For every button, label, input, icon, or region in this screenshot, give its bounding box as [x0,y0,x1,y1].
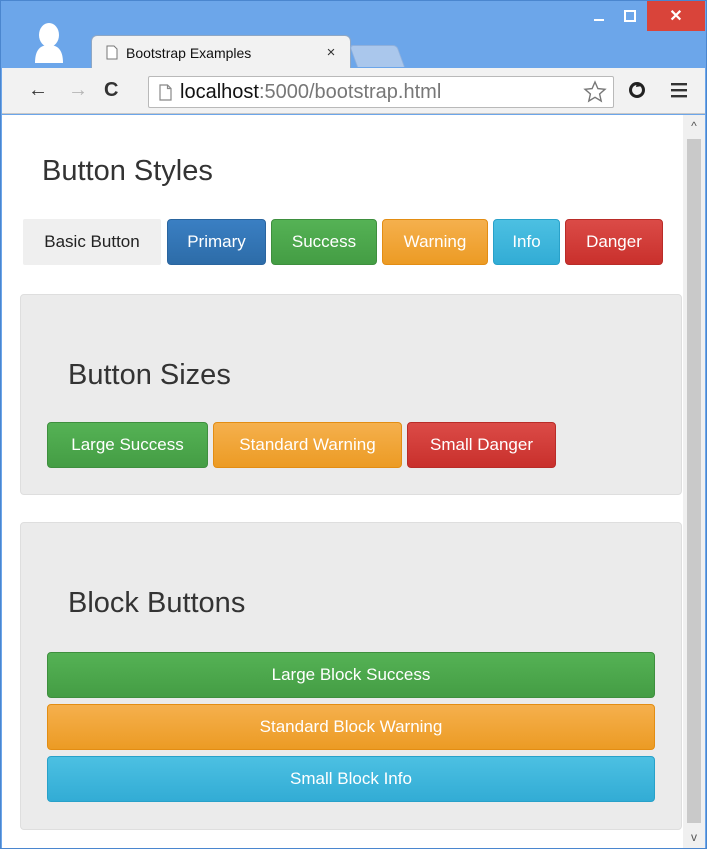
forward-button[interactable]: → [68,80,88,100]
small-danger-button[interactable]: Small Danger [407,422,556,468]
maximize-button[interactable] [615,1,645,31]
button-sizes-heading: Button Sizes [68,359,231,391]
url-host: localhost [180,80,259,103]
scroll-thumb[interactable] [687,139,701,823]
primary-button[interactable]: Primary [167,219,266,265]
standard-block-warning-button[interactable]: Standard Block Warning [47,704,655,750]
basic-button[interactable]: Basic Button [23,219,161,265]
standard-warning-button[interactable]: Standard Warning [213,422,402,468]
tab-title: Bootstrap Examples [126,44,252,61]
title-bar: Bootstrap Examples × ✕ [1,1,706,69]
success-button[interactable]: Success [271,219,377,265]
close-window-button[interactable]: ✕ [647,1,705,31]
large-success-button[interactable]: Large Success [47,422,208,468]
page-viewport: Button Styles Basic Button Primary Succe… [2,115,705,848]
danger-button[interactable]: Danger [565,219,663,265]
block-buttons-panel: Block Buttons Large Block Success Standa… [20,522,682,830]
browser-window: Bootstrap Examples × ✕ ← → C localhost:5… [0,0,707,849]
url-text: localhost:5000/bootstrap.html [180,81,583,104]
address-bar[interactable]: localhost:5000/bootstrap.html [148,76,614,108]
new-tab-button[interactable] [348,45,406,67]
scroll-down-arrow-icon[interactable]: v [683,826,705,848]
browser-toolbar: ← → C localhost:5000/bootstrap.html [2,68,705,114]
info-button[interactable]: Info [493,219,560,265]
button-sizes-panel: Button Sizes Large Success Standard Warn… [20,294,682,495]
hamburger-menu-icon[interactable] [671,82,687,103]
browser-tab[interactable]: Bootstrap Examples × [91,35,351,69]
block-buttons-heading: Block Buttons [68,587,246,619]
back-button[interactable]: ← [28,80,48,100]
sync-icon[interactable] [627,80,647,105]
page-content: Button Styles Basic Button Primary Succe… [2,115,683,848]
star-icon[interactable] [583,80,607,104]
warning-button[interactable]: Warning [382,219,488,265]
url-path: :5000/bootstrap.html [258,80,442,103]
page-icon [159,83,172,101]
reload-button[interactable]: C [104,80,118,100]
scroll-up-arrow-icon[interactable]: ^ [683,115,705,137]
minimize-button[interactable] [584,1,614,31]
button-styles-heading: Button Styles [42,155,213,187]
large-block-success-button[interactable]: Large Block Success [47,652,655,698]
page-icon [106,45,118,60]
profile-icon[interactable] [33,21,65,63]
small-block-info-button[interactable]: Small Block Info [47,756,655,802]
vertical-scrollbar[interactable]: ^ v [683,115,705,848]
tab-close-icon[interactable]: × [320,44,342,61]
